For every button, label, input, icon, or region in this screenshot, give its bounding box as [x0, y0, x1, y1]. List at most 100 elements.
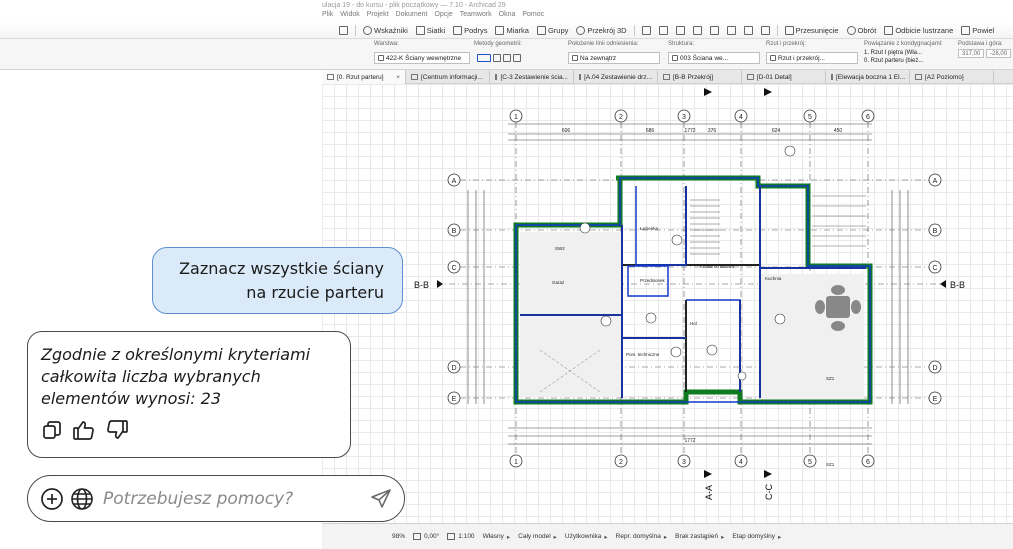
menu-teamwork[interactable]: Teamwork: [460, 11, 492, 18]
chevron-right-icon: ▸: [778, 533, 782, 541]
wall-height-field[interactable]: 317,00: [958, 49, 985, 58]
info-box: Warstwa: 422-K Ściany wewnętrzne Metody …: [0, 38, 1013, 70]
info-tab-icon: [411, 74, 418, 80]
section-label-bb-right: B-B: [950, 280, 965, 290]
duplicate-button[interactable]: Powiel: [958, 25, 997, 36]
toolbar-separator: [776, 24, 778, 36]
menu-opcje[interactable]: Opcje: [434, 11, 452, 18]
add-attachment-icon[interactable]: [40, 487, 64, 511]
tag-sw2: SW2: [555, 246, 565, 251]
floorplan-icon: [770, 55, 776, 61]
tab-label: [Elewacja boczna 1 El...: [836, 73, 906, 81]
grids-button[interactable]: Siatki: [413, 25, 448, 36]
grid-icon: [415, 25, 425, 35]
phase-control[interactable]: Etap domyślny ▸: [732, 533, 781, 541]
tool-b[interactable]: [656, 25, 671, 36]
menu-okna[interactable]: Okna: [499, 11, 516, 18]
tab-przekroj[interactable]: [B-B Przekrój]: [658, 70, 742, 84]
floorplan-tab-icon: [327, 74, 334, 80]
tab-elewacja[interactable]: [Elewacja boczna 1 El...: [826, 70, 910, 84]
menu-pomoc[interactable]: Pomoc: [522, 11, 544, 18]
floor-plan-drawing[interactable]: 1 2 3 4 5 6 1 2 3 4 5 6 A B C D E A B C …: [322, 84, 1013, 523]
tool-a[interactable]: [639, 25, 654, 36]
model-view-control[interactable]: Cały model ▸: [518, 533, 557, 541]
geometry-methods[interactable]: [474, 52, 564, 64]
home-story-value[interactable]: 0. Rzut parteru (bież...: [864, 57, 954, 65]
tab-label: [D-01 Detal]: [757, 73, 792, 81]
guides-button[interactable]: Wskaźniki: [360, 25, 411, 36]
tool-e[interactable]: [707, 25, 722, 36]
reference-line-select[interactable]: Na zewnątrz: [568, 52, 660, 64]
user-message-line-1: Zaznacz wszystkie ściany: [179, 258, 384, 278]
grid-label-e: E: [452, 396, 457, 403]
scale-control[interactable]: 1:100: [447, 533, 475, 540]
menu-widok[interactable]: Widok: [340, 11, 359, 18]
pen-set-control[interactable]: Użytkownika ▸: [565, 533, 608, 541]
elevation-tab-icon: [831, 74, 833, 80]
tab-a2-poziomo[interactable]: [A2 Poziomo]: [910, 70, 994, 84]
section-tab-icon: [663, 74, 670, 80]
tab-rzut-parteru[interactable]: [0. Rzut parteru] ×: [322, 70, 406, 84]
close-icon[interactable]: ×: [396, 74, 400, 81]
structure-value: 003 Ściana we...: [680, 54, 729, 62]
section-3d-button[interactable]: Przekrój 3D: [573, 25, 629, 36]
tool-c[interactable]: [673, 25, 688, 36]
grid-label-2: 2: [619, 114, 623, 121]
rect-wall-icon[interactable]: [513, 54, 521, 62]
structure-select[interactable]: 003 Ściana we...: [668, 52, 760, 64]
chevron-right-icon: ▸: [604, 533, 608, 541]
move-button[interactable]: Przesunięcie: [782, 25, 842, 36]
menu-bar: Plik Widok Projekt Dokument Opcje Teamwo…: [322, 11, 1013, 18]
groups-button[interactable]: Grupy: [534, 25, 571, 36]
globe-icon[interactable]: [70, 487, 94, 511]
floorplan-section-select[interactable]: Rzut i przekrój...: [766, 52, 858, 64]
menu-dokument[interactable]: Dokument: [396, 11, 428, 18]
representation-control[interactable]: Repr. domyślna ▸: [616, 533, 667, 541]
override-control[interactable]: Brak zastąpień ▸: [675, 533, 724, 541]
angle-control[interactable]: 0,00°: [413, 533, 439, 540]
tool-g[interactable]: [741, 25, 756, 36]
thumbs-down-icon[interactable]: [105, 419, 129, 441]
tag-sz1: SZ1: [826, 376, 835, 381]
tool-h[interactable]: [758, 25, 773, 36]
layer-combo-control[interactable]: Własny ▸: [483, 533, 511, 541]
assistant-input-placeholder[interactable]: Potrzebujesz pomocy?: [103, 489, 293, 509]
layer-select[interactable]: 422-K Ściany wewnętrzne: [374, 52, 470, 64]
base-top-label: Podstawa i góra:: [958, 41, 1003, 47]
copy-icon[interactable]: [41, 419, 63, 441]
layer-value: 422-K Ściany wewnętrzne: [386, 54, 462, 62]
send-icon[interactable]: [370, 488, 392, 510]
menu-projekt[interactable]: Projekt: [367, 11, 389, 18]
thumbs-up-icon[interactable]: [72, 419, 96, 441]
tab-centrum[interactable]: [Centrum informacji...: [406, 70, 490, 84]
room-label-garaz: Garaż: [552, 280, 565, 285]
tool-f[interactable]: [724, 25, 739, 36]
align-icon: [692, 25, 702, 35]
tab-detal[interactable]: [D-01 Detal]: [742, 70, 826, 84]
floorplan-section-value: Rzut i przekrój...: [778, 54, 825, 62]
tab-zestawienie-scian[interactable]: [C-3 Zestawienie ścia...: [490, 70, 574, 84]
intersect-icon: [709, 25, 719, 35]
message-actions: [41, 419, 336, 441]
menu-plik[interactable]: Plik: [322, 11, 333, 18]
straight-wall-icon[interactable]: [477, 54, 491, 62]
zoom-control[interactable]: 98%: [392, 533, 405, 540]
adjust-icon: [675, 25, 685, 35]
rotate-button[interactable]: Obrót: [844, 25, 880, 36]
base-offset-field[interactable]: -28,00: [986, 49, 1012, 58]
pencil-tool[interactable]: [336, 25, 351, 36]
mirror-button[interactable]: Odbicie lustrzane: [881, 25, 956, 36]
measure-button[interactable]: Miarka: [492, 25, 532, 36]
tab-zestawienie-drzwi[interactable]: [A.04 Zestawienie drz...: [574, 70, 658, 84]
curved-wall-icon[interactable]: [493, 54, 501, 62]
grid-label-a-right: A: [933, 178, 938, 185]
tool-d[interactable]: [690, 25, 705, 36]
chain-wall-icon[interactable]: [503, 54, 511, 62]
assistant-input-bar[interactable]: Potrzebujesz pomocy?: [27, 475, 405, 522]
drawing-canvas[interactable]: 1 2 3 4 5 6 1 2 3 4 5 6 A B C D E A B C …: [322, 84, 1013, 523]
trace-button[interactable]: Podrys: [450, 25, 490, 36]
angle-value: 0,00°: [424, 533, 440, 540]
reference-line-icon: [572, 55, 578, 61]
trace-icon: [453, 25, 463, 35]
top-story-value[interactable]: 1. Rzut I piętra (Wła...: [864, 49, 954, 57]
